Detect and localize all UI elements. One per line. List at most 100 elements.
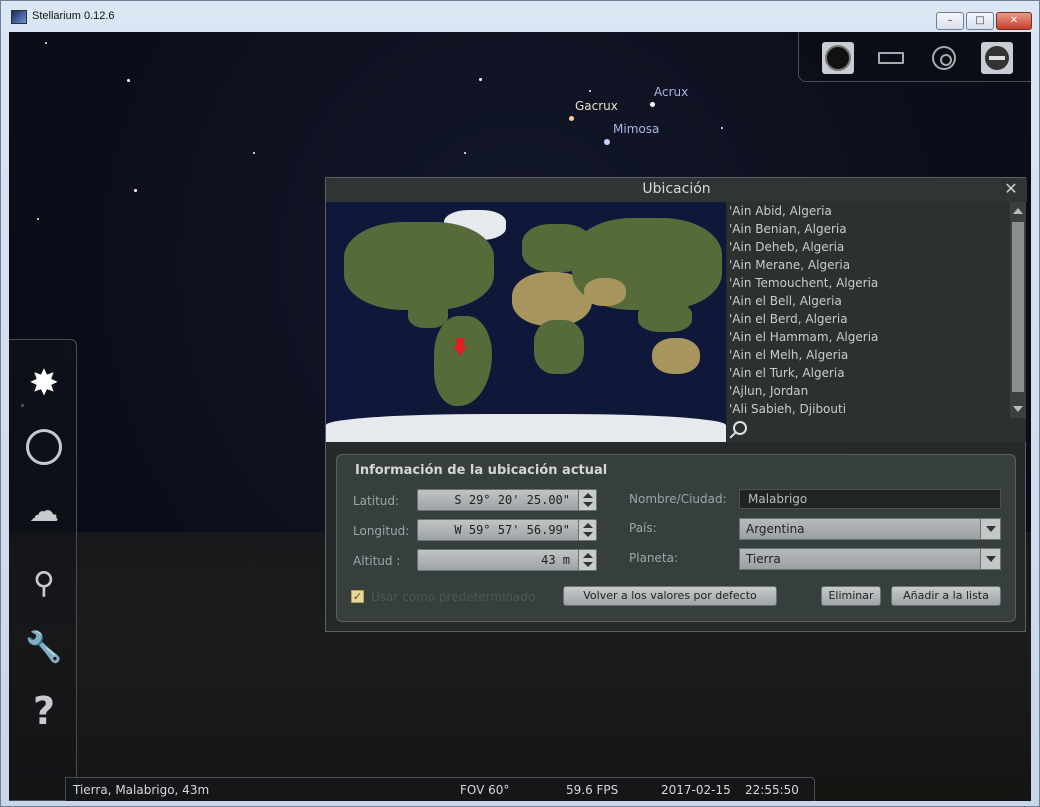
current-location-panel: Información de la ubicación actual Latit… <box>336 454 1016 622</box>
city-list-item[interactable]: 'Ain Temouchent, Algeria <box>727 274 1010 292</box>
add-to-list-button[interactable]: Añadir a la lista <box>891 586 1001 606</box>
latitude-label: Latitud: <box>353 494 400 508</box>
longitude-label: Longitud: <box>353 524 410 538</box>
quit-button[interactable] <box>981 42 1013 74</box>
altitude-stepper-icon[interactable] <box>578 550 596 570</box>
altitude-spinbox[interactable]: 43 m <box>417 549 597 571</box>
reset-defaults-button[interactable]: Volver a los valores por defecto <box>563 586 777 606</box>
acrux-star[interactable] <box>650 102 655 107</box>
star <box>464 152 466 154</box>
target-button[interactable] <box>928 42 960 74</box>
longitude-spinbox[interactable]: W 59° 57' 56.99" <box>417 519 597 541</box>
southeast-asia <box>638 302 692 332</box>
chevron-down-icon[interactable] <box>980 519 1000 539</box>
antarctica <box>326 414 726 442</box>
fullscreen-button[interactable] <box>875 42 907 74</box>
maximize-button[interactable]: □ <box>966 12 994 30</box>
delete-button[interactable]: Eliminar <box>821 586 881 606</box>
latitude-value: S 29° 20' 25.00" <box>454 493 570 507</box>
acrux-label: Acrux <box>654 85 689 99</box>
night-mode-button[interactable] <box>822 42 854 74</box>
star <box>721 127 723 129</box>
chevron-down-icon[interactable] <box>980 549 1000 569</box>
stellarium-app-icon <box>11 10 27 24</box>
scroll-up-icon[interactable] <box>1013 208 1023 214</box>
status-fov: FOV 60° <box>460 783 510 797</box>
south-america <box>434 316 492 406</box>
world-map[interactable] <box>326 202 726 442</box>
status-fps: 59.6 FPS <box>566 783 619 797</box>
scroll-down-icon[interactable] <box>1013 406 1023 412</box>
longitude-value: W 59° 57' 56.99" <box>454 523 570 537</box>
country-select[interactable]: Argentina <box>739 518 1001 540</box>
name-label: Nombre/Ciudad: <box>629 492 727 506</box>
altitude-value: 43 m <box>541 553 570 567</box>
australia <box>652 338 700 374</box>
star <box>45 42 47 44</box>
scroll-thumb[interactable] <box>1012 222 1024 392</box>
star <box>253 152 255 154</box>
default-checkbox[interactable]: ✓ <box>351 590 364 603</box>
planet-select[interactable]: Tierra <box>739 548 1001 570</box>
search-icon: ⚲ <box>33 565 55 601</box>
planet-label: Planeta: <box>629 551 679 565</box>
minimize-button[interactable]: – <box>936 12 964 30</box>
sky-view[interactable]: Acrux Gacrux Mimosa ✸ ☁ ⚲ 🔧 ? Ubicación … <box>9 32 1031 801</box>
title-bar: Stellarium 0.12.6 – □ ✕ <box>1 1 1039 33</box>
help-window-button[interactable]: ? <box>21 688 67 734</box>
configuration-icon: 🔧 <box>25 629 63 665</box>
status-date: 2017-02-15 <box>661 783 731 797</box>
target-icon <box>932 46 956 70</box>
altitude-label: Altitud : <box>353 554 401 568</box>
north-america <box>344 222 494 310</box>
quit-icon <box>985 46 1009 70</box>
help-icon: ? <box>32 689 56 733</box>
default-checkbox-label[interactable]: Usar como predeterminado <box>371 590 535 604</box>
top-right-toolbar <box>798 32 1031 82</box>
longitude-stepper-icon[interactable] <box>578 520 596 540</box>
sky-view-icon: ☁ <box>29 493 59 529</box>
datetime-window-button[interactable] <box>21 424 67 470</box>
status-bar: Tierra, Malabrigo, 43m FOV 60° 59.6 FPS … <box>65 777 815 801</box>
latitude-stepper-icon[interactable] <box>578 490 596 510</box>
country-value: Argentina <box>746 522 805 536</box>
configuration-window-button[interactable]: 🔧 <box>21 624 67 670</box>
city-list-item[interactable]: 'Ajlun, Jordan <box>727 382 1010 400</box>
mimosa-label: Mimosa <box>613 122 660 136</box>
city-list[interactable]: 'Ain Abid, Algeria 'Ain Benian, Algeria 'A… <box>727 202 1010 418</box>
dialog-title[interactable]: Ubicación <box>326 178 1027 202</box>
location-window-button[interactable]: ✸ <box>21 360 67 406</box>
close-window-button[interactable]: ✕ <box>996 12 1032 30</box>
sky-view-window-button[interactable]: ☁ <box>21 488 67 534</box>
datetime-icon <box>26 429 62 465</box>
status-location: Tierra, Malabrigo, 43m <box>73 783 210 797</box>
central-america <box>408 298 448 328</box>
search-window-button[interactable]: ⚲ <box>21 560 67 606</box>
star <box>134 189 137 192</box>
city-search-input[interactable] <box>755 420 1015 440</box>
city-list-item[interactable]: 'Ali Sabieh, Djibouti <box>727 400 1010 418</box>
window-title: Stellarium 0.12.6 <box>32 10 115 22</box>
location-icon: ✸ <box>28 362 60 404</box>
app-window: Stellarium 0.12.6 – □ ✕ Acrux Gacrux Mim… <box>0 0 1040 807</box>
africa-south <box>534 320 584 374</box>
star <box>589 90 591 92</box>
gacrux-star[interactable] <box>569 116 574 121</box>
city-list-item[interactable]: 'Ain el Berd, Algeria <box>727 310 1010 328</box>
city-list-item[interactable]: 'Ain Merane, Algeria <box>727 256 1010 274</box>
latitude-spinbox[interactable]: S 29° 20' 25.00" <box>417 489 597 511</box>
dialog-close-button[interactable]: ✕ <box>1002 180 1020 198</box>
arabia <box>584 278 626 306</box>
city-list-scrollbar[interactable] <box>1010 202 1026 418</box>
city-list-item[interactable]: 'Ain el Bell, Algeria <box>727 292 1010 310</box>
mimosa-star[interactable] <box>604 139 610 145</box>
city-list-item[interactable]: 'Ain Abid, Algeria <box>727 202 1010 220</box>
city-list-item[interactable]: 'Ain el Melh, Algeria <box>727 346 1010 364</box>
city-list-item[interactable]: 'Ain el Turk, Algeria <box>727 364 1010 382</box>
location-pin-icon <box>453 338 467 356</box>
left-sidebar: ✸ ☁ ⚲ 🔧 ? <box>9 339 77 801</box>
city-list-item[interactable]: 'Ain el Hammam, Algeria <box>727 328 1010 346</box>
city-name-field[interactable]: Malabrigo <box>739 489 1001 509</box>
city-list-item[interactable]: 'Ain Deheb, Algeria <box>727 238 1010 256</box>
city-list-item[interactable]: 'Ain Benian, Algeria <box>727 220 1010 238</box>
